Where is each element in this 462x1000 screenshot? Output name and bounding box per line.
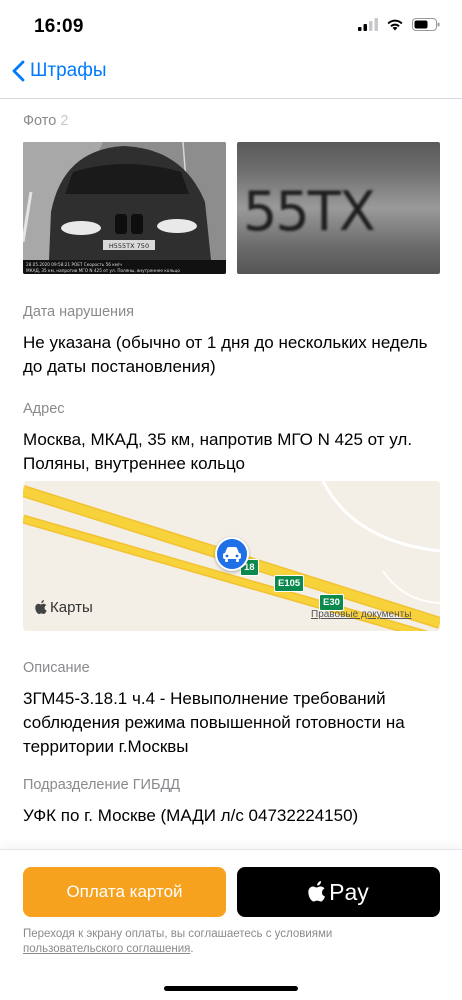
back-button[interactable]: Штрафы bbox=[12, 60, 107, 82]
violation-date-label: Дата нарушения bbox=[23, 304, 135, 320]
status-bar: 16:09 bbox=[0, 0, 462, 52]
photos-count: 2 bbox=[60, 113, 69, 129]
back-button-label: Штрафы bbox=[30, 60, 107, 81]
car-icon bbox=[223, 547, 241, 562]
nav-divider bbox=[0, 98, 462, 99]
description-value: 3ГМ45-3.18.1 ч.4 - Невыполнение требован… bbox=[23, 689, 405, 756]
plate-photo[interactable]: 55ТХ bbox=[237, 142, 440, 274]
description-label: Описание bbox=[23, 660, 90, 676]
apple-pay-button[interactable]: Pay bbox=[237, 867, 440, 917]
maps-brand: Карты bbox=[35, 599, 93, 616]
pay-by-card-button[interactable]: Оплата картой bbox=[23, 867, 226, 917]
location-map[interactable]: 18 E105 E30 Карты Правовые документы bbox=[23, 481, 440, 631]
legal-documents-link[interactable]: Правовые документы bbox=[311, 609, 411, 620]
violation-date-value: Не указана (обычно от 1 дня до нескольки… bbox=[23, 333, 428, 376]
disclaimer-end: . bbox=[190, 943, 194, 955]
department-value: УФК по г. Москве (МАДИ л/с 04732224150) bbox=[23, 806, 359, 825]
plate-closeup-text: 55ТХ bbox=[243, 180, 376, 243]
cellular-signal-icon bbox=[358, 18, 378, 31]
address-value: Москва, МКАД, 35 км, напротив МГО N 425 … bbox=[23, 430, 413, 473]
maps-brand-label: Карты bbox=[50, 599, 93, 616]
payment-disclaimer: Переходя к экрану оплаты, вы соглашаетес… bbox=[23, 927, 443, 957]
car-caption-line1: 28.05.2020 09:58:21 РОЕТ Скорость 56 км/… bbox=[26, 262, 122, 267]
car-plate-text: Н555ТХ 750 bbox=[109, 242, 149, 250]
payment-panel: Оплата картой Pay Переходя к экрану опла… bbox=[0, 850, 462, 1000]
photos-label-text: Фото bbox=[23, 113, 57, 129]
car-photo[interactable]: Н555ТХ 750 28.05.2020 09:58:21 РОЕТ Скор… bbox=[23, 142, 226, 274]
user-agreement-link[interactable]: пользовательского соглашения bbox=[23, 943, 190, 955]
disclaimer-text: Переходя к экрану оплаты, вы соглашаетес… bbox=[23, 928, 333, 940]
road-badge-e105: E105 bbox=[274, 575, 305, 592]
wifi-icon bbox=[387, 19, 403, 31]
car-caption-line2: МКАД, 35 км, напротив МГО N 425 от ул. П… bbox=[26, 268, 180, 273]
home-indicator bbox=[164, 986, 298, 991]
navigation-bar: Штрафы bbox=[0, 52, 462, 96]
apple-pay-label: Pay bbox=[329, 878, 369, 905]
status-icons bbox=[358, 18, 440, 31]
apple-logo-icon bbox=[35, 600, 47, 614]
status-time: 16:09 bbox=[34, 16, 84, 37]
photos-label: Фото 2 bbox=[23, 113, 68, 129]
address-label: Адрес bbox=[23, 401, 65, 417]
battery-icon bbox=[412, 18, 440, 31]
chevron-left-icon bbox=[12, 60, 25, 82]
car-location-pin[interactable] bbox=[215, 537, 249, 571]
department-label: Подразделение ГИБДД bbox=[23, 777, 181, 793]
car-photo-image: Н555ТХ 750 28.05.2020 09:58:21 РОЕТ Скор… bbox=[23, 142, 226, 274]
apple-logo-icon bbox=[308, 881, 326, 902]
